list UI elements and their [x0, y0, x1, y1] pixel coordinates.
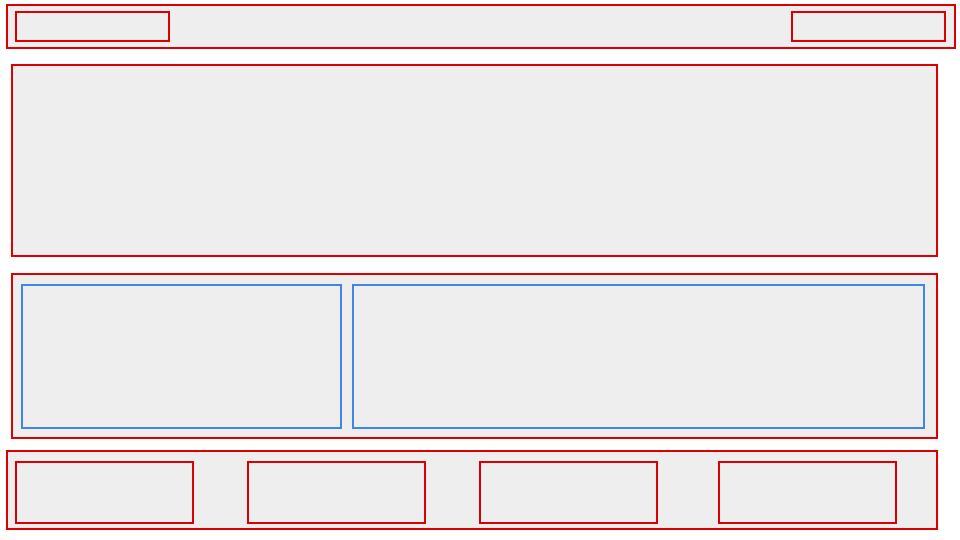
footer-block-1[interactable] — [15, 461, 194, 524]
footer-block-4[interactable] — [718, 461, 897, 524]
header-left-block[interactable] — [15, 11, 170, 42]
footer-block-2[interactable] — [247, 461, 426, 524]
main-region — [11, 64, 938, 257]
header-right-block[interactable] — [791, 11, 946, 42]
middle-right-panel — [352, 284, 925, 429]
middle-left-panel — [21, 284, 342, 429]
wireframe-page: { "colors": { "region_border": "#dd0000"… — [0, 0, 960, 540]
footer-block-3[interactable] — [479, 461, 658, 524]
